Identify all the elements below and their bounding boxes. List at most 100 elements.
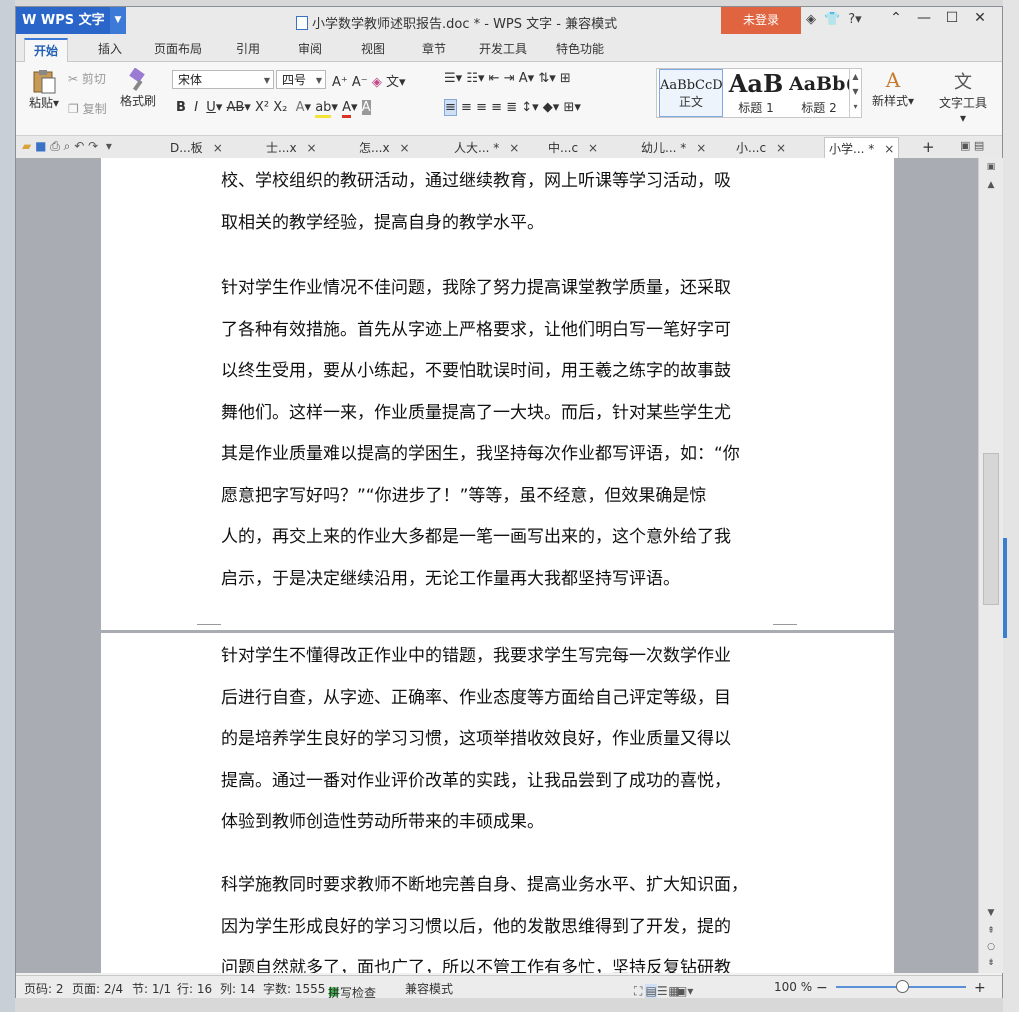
status-row[interactable]: 行: 16 — [177, 980, 212, 997]
help-icon[interactable]: ?▾ — [848, 12, 861, 27]
char-shading-icon[interactable]: A — [361, 100, 371, 115]
sort-icon[interactable]: ⇅▾ — [538, 71, 555, 86]
superscript-icon[interactable]: X² — [255, 100, 269, 115]
wps-app-menu[interactable]: W WPS 文字 ▼ — [16, 7, 126, 34]
zoom-slider-knob[interactable] — [896, 980, 909, 993]
tab-special[interactable]: 特色功能 — [556, 40, 604, 57]
tab-page-layout[interactable]: 页面布局 — [154, 40, 202, 57]
style-heading-2[interactable]: AaBb(标题 2 — [789, 69, 849, 117]
tab-view[interactable]: 视图 — [361, 40, 385, 57]
shirt-icon[interactable]: 👕 — [824, 12, 840, 27]
status-words[interactable]: 字数: 1555 — [263, 980, 325, 997]
status-pages[interactable]: 页面: 2/4 — [72, 980, 123, 997]
doc-tab[interactable]: 人大... * × — [454, 139, 519, 156]
tab-insert[interactable]: 插入 — [98, 40, 122, 57]
font-size-select[interactable]: 四号 ▼ — [276, 70, 326, 89]
compat-mode[interactable]: 兼容模式 — [405, 980, 453, 997]
doc-tab[interactable]: 中...c × — [548, 139, 598, 156]
clear-format-icon[interactable]: ◈ — [372, 75, 382, 90]
close-tab-icon[interactable]: × — [213, 141, 223, 155]
close-tab-icon[interactable]: × — [307, 141, 317, 155]
redo-icon[interactable]: ↷ — [88, 139, 98, 153]
tab-home[interactable]: 开始 — [24, 38, 69, 64]
doc-tab[interactable]: 小...c × — [736, 139, 786, 156]
font-name-select[interactable]: 宋体 ▼ — [172, 70, 274, 89]
page-view-icon[interactable]: ▤ — [645, 984, 657, 998]
doc-tab[interactable]: D...板 × — [170, 139, 223, 156]
underline-icon[interactable]: U — [206, 100, 216, 115]
quick-dropdown-icon[interactable]: ▾ — [106, 139, 112, 153]
paste-button[interactable]: 粘贴▾ — [26, 68, 62, 111]
tab-menu-icon[interactable]: ▤ — [974, 139, 984, 152]
highlight-icon[interactable]: ab — [315, 100, 332, 118]
zoom-level[interactable]: 100 % — [774, 980, 812, 994]
cut-button[interactable]: ✂ 剪切 — [68, 70, 106, 87]
table-icon[interactable]: ⊞ — [560, 71, 571, 86]
close-tab-icon[interactable]: × — [884, 142, 894, 156]
increase-indent-icon[interactable]: ⇥ — [504, 71, 515, 86]
align-left-icon[interactable]: ≡ — [444, 99, 457, 116]
print-icon[interactable]: ⎙ — [50, 139, 60, 153]
line-spacing-icon[interactable]: ↕▾ — [521, 100, 538, 115]
doc-tab-active[interactable]: 小学... * × — [824, 137, 900, 160]
status-col[interactable]: 列: 14 — [220, 980, 255, 997]
status-section[interactable]: 节: 1/1 — [132, 980, 171, 997]
close-icon[interactable]: ✕ — [966, 10, 994, 26]
outline-view-icon[interactable]: ☰ — [657, 984, 668, 998]
char-scale-icon[interactable]: A▾ — [519, 71, 534, 86]
format-painter-button[interactable]: 格式刷 — [120, 67, 156, 109]
maximize-icon[interactable]: ☐ — [938, 10, 966, 26]
align-right-icon[interactable]: ≡ — [476, 100, 487, 115]
strikethrough-icon[interactable]: AB — [226, 100, 244, 115]
close-tab-icon[interactable]: × — [776, 141, 786, 155]
close-tab-icon[interactable]: × — [509, 141, 519, 155]
print-preview-icon[interactable]: ⌕ — [64, 139, 71, 153]
scroll-thumb[interactable] — [983, 453, 999, 605]
font-grow-shrink[interactable]: A⁺ A⁻ ◈ 文▾ — [332, 71, 405, 90]
subscript-icon[interactable]: X₂ — [273, 100, 287, 115]
doc-tab[interactable]: 幼儿... * × — [641, 139, 706, 156]
close-tab-icon[interactable]: × — [400, 141, 410, 155]
tab-review[interactable]: 审阅 — [298, 40, 322, 57]
copy-button[interactable]: ❐ 复制 — [68, 100, 107, 117]
new-tab-icon[interactable]: + — [922, 138, 935, 156]
borders-icon[interactable]: ⊞▾ — [563, 100, 580, 115]
doc-tab[interactable]: 怎...x × — [359, 139, 410, 156]
scroll-up-icon[interactable]: ▲ — [979, 180, 1003, 190]
style-scroll[interactable]: ▲ ▼ ▾ — [849, 69, 861, 117]
status-page-code[interactable]: 页码: 2 — [24, 980, 64, 997]
phonetic-icon[interactable]: 文▾ — [386, 75, 406, 90]
open-icon[interactable]: ▰ — [22, 139, 31, 153]
style-heading-1[interactable]: AaB 标题 1 — [725, 69, 787, 117]
font-color-icon[interactable]: A — [342, 100, 351, 118]
close-tab-icon[interactable]: × — [588, 141, 598, 155]
align-center-icon[interactable]: ≡ — [461, 100, 472, 115]
shrink-font-icon[interactable]: A⁻ — [352, 75, 368, 90]
shading-icon[interactable]: ◆▾ — [543, 100, 560, 115]
tab-chapter[interactable]: 章节 — [422, 40, 446, 57]
bold-icon[interactable]: B — [176, 100, 186, 115]
close-tab-icon[interactable]: × — [696, 141, 706, 155]
grow-font-icon[interactable]: A⁺ — [332, 75, 348, 90]
text-effect-icon[interactable]: A — [296, 100, 305, 115]
tab-developer[interactable]: 开发工具 — [479, 40, 527, 57]
vertical-scrollbar[interactable]: ▣ ▲ ▼ ⇞ ○ ⇟ — [978, 158, 1003, 973]
previous-page-icon[interactable]: ⇞ — [979, 926, 1003, 936]
zoom-out-icon[interactable]: − — [816, 980, 828, 996]
save-icon[interactable]: ■ — [35, 139, 46, 153]
text-tools-button[interactable]: 文文字工具▾ — [936, 68, 990, 125]
browse-object-icon[interactable]: ○ — [979, 942, 1003, 952]
tab-list-icon[interactable]: ▣ — [960, 139, 970, 152]
chevron-down-icon[interactable]: ▼ — [110, 7, 126, 34]
collapse-ribbon-icon[interactable]: ⌃ — [882, 10, 910, 26]
doc-tab[interactable]: 士...x × — [266, 139, 317, 156]
style-normal[interactable]: AaBbCcD 正文 — [659, 69, 723, 117]
italic-icon[interactable]: I — [194, 100, 198, 115]
reading-view-icon[interactable]: ▣▾ — [676, 984, 693, 998]
login-button[interactable]: 未登录 — [721, 7, 801, 34]
skin-icon[interactable]: ◈ — [806, 12, 816, 27]
minimize-icon[interactable]: — — [910, 10, 938, 26]
scroll-down-icon[interactable]: ▼ — [979, 908, 1003, 918]
bullets-icon[interactable]: ☰▾ — [444, 71, 462, 86]
new-style-button[interactable]: A 新样式▾ — [868, 68, 918, 109]
